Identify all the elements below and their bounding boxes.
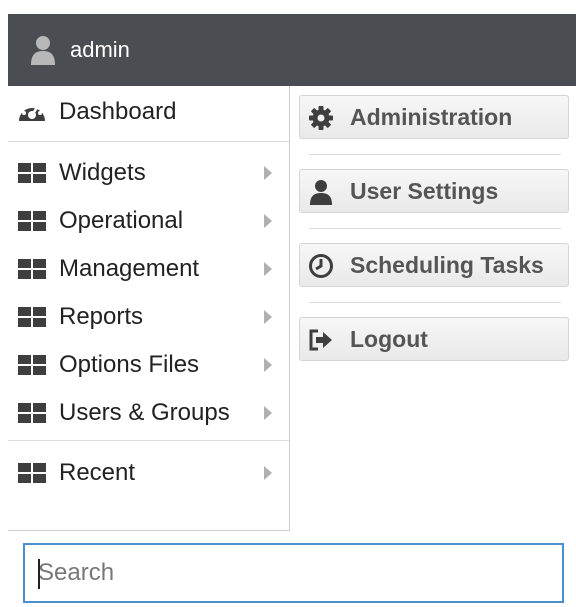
menu-item-label: Operational [59,207,184,234]
chevron-right-icon [264,466,272,480]
gear-icon [309,106,333,130]
menu-item-label: Users & Groups [59,399,230,426]
grid-icon [18,403,46,423]
search-input[interactable] [25,545,562,601]
menu-divider [8,141,289,142]
scheduling-tasks-button[interactable]: Scheduling Tasks [299,243,569,287]
button-label: Logout [350,325,428,352]
menu-item-operational[interactable]: Operational [8,199,289,243]
account-actions-panel: Administration User Settings Scheduling … [299,86,576,386]
chevron-right-icon [264,310,272,324]
menu-item-label: Widgets [59,159,146,186]
text-cursor [38,559,40,589]
grid-icon [18,211,46,231]
menu-item-label: Recent [59,459,136,486]
menu-item-label: Dashboard [59,98,177,125]
button-label: Administration [350,103,513,130]
logout-button[interactable]: Logout [299,317,569,361]
button-label: User Settings [350,177,499,204]
menu-item-label: Options Files [59,351,200,378]
chevron-right-icon [264,406,272,420]
grid-icon [18,307,46,327]
menu-item-dashboard[interactable]: Dashboard [8,90,289,134]
logout-icon [309,329,332,351]
user-settings-button[interactable]: User Settings [299,169,569,213]
username-label[interactable]: admin [70,37,130,63]
menu-item-label: Management [59,255,200,282]
button-label: Scheduling Tasks [350,251,544,278]
dashboard-icon [19,102,45,121]
grid-icon [18,463,46,483]
grid-icon [18,259,46,279]
top-bar: admin [8,14,576,86]
menu-item-management[interactable]: Management [8,247,289,291]
user-icon [31,36,55,65]
search-box[interactable] [23,543,564,603]
main-menu: Dashboard Widgets Operational Management [8,86,290,531]
user-icon [310,180,332,205]
menu-divider [309,228,561,229]
chevron-right-icon [264,214,272,228]
menu-divider [309,154,561,155]
menu-divider [309,302,561,303]
menu-item-recent[interactable]: Recent [8,451,289,495]
clock-icon [309,254,333,278]
grid-icon [18,355,46,375]
administration-button[interactable]: Administration [299,95,569,139]
chevron-right-icon [264,166,272,180]
grid-icon [18,163,46,183]
menu-item-label: Reports [59,303,144,330]
menu-divider [8,440,289,441]
menu-item-reports[interactable]: Reports [8,295,289,339]
menu-item-options-files[interactable]: Options Files [8,343,289,387]
menu-item-users-groups[interactable]: Users & Groups [8,391,289,435]
chevron-right-icon [264,358,272,372]
menu-item-widgets[interactable]: Widgets [8,151,289,195]
chevron-right-icon [264,262,272,276]
